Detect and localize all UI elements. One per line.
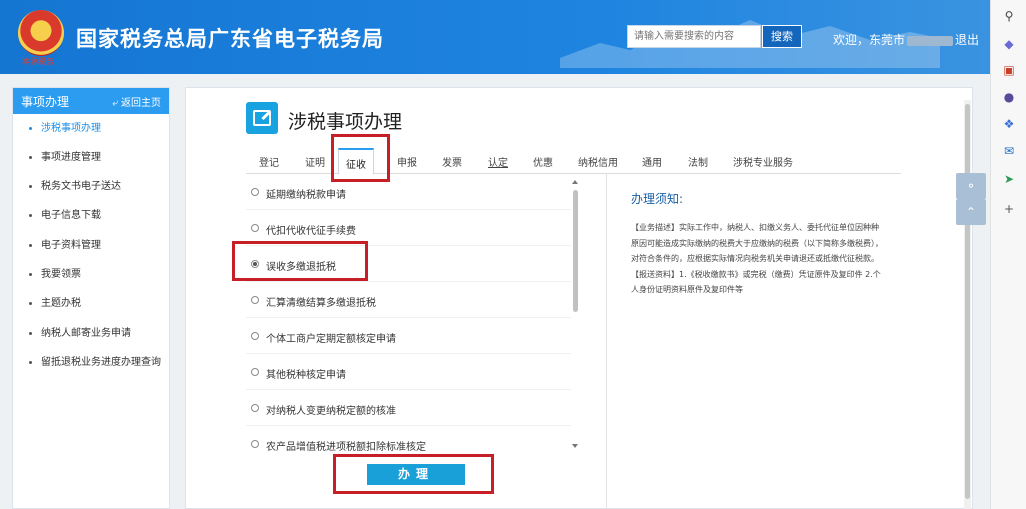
logout-link[interactable]: 退出 [955,33,979,47]
sidebar-item-invoice[interactable]: 我要领票 [13,268,81,281]
radio-button[interactable] [251,188,259,196]
notice-panel: 办理须知: 【业务描述】实际工作中，纳税人、扣缴义务人、委托代征单位因种种原因可… [606,174,901,509]
notice-title: 办理须知: [631,192,684,206]
sidebar-item-refund-progress[interactable]: 留抵退税业务进度办理查询 [13,356,163,369]
tab-register[interactable]: 登记 [259,154,279,169]
main-scroll-thumb[interactable] [965,104,970,499]
copilot-icon[interactable]: ❖ [1001,116,1017,132]
search-button[interactable]: 搜索 [762,25,802,48]
emblem-text: 本源税务 [22,57,54,66]
tab-preferential[interactable]: 优惠 [533,154,553,169]
item-label: 其他税种核定申请 [266,370,346,381]
list-item[interactable]: 对纳税人变更纳税定额的核准 [246,390,571,426]
scroll-thumb[interactable] [573,190,578,312]
wechat-float-button[interactable]: ⚬ [956,173,986,199]
item-label: 农产品增值税进项税额扣除标准核定 [266,442,426,452]
sidebar-item-documents[interactable]: 税务文书电子送达 [13,180,121,193]
scroll-up-icon[interactable] [572,180,578,184]
sidebar-item-progress[interactable]: 事项进度管理 [13,151,101,164]
tab-certificate[interactable]: 证明 [305,154,325,169]
item-label: 延期缴纳税款申请 [266,190,346,201]
back-home-link[interactable]: ⤶ 返回主页 [112,94,161,109]
matter-list: 延期缴纳税款申请 代扣代收代征手续费 误收多缴退抵税 汇算清缴结算多缴退抵税 个… [246,174,586,452]
sidebar-item-mail[interactable]: 纳税人邮寄业务申请 [13,327,131,340]
wechat-icon: ⚬ [965,179,977,193]
sidebar-item-label: 纳税人邮寄业务申请 [41,328,131,339]
sidebar-item-download[interactable]: 电子信息下载 [13,209,101,222]
search-input[interactable] [627,25,761,48]
list-item[interactable]: 误收多缴退抵税 [246,246,571,282]
sidebar-item-label: 电子资料管理 [41,240,101,251]
tab-collection[interactable]: 征收 [338,148,374,175]
list-item[interactable]: 延期缴纳税款申请 [246,174,571,210]
back-to-top-button[interactable]: ⌃ [956,199,986,225]
tab-declaration[interactable]: 申报 [397,154,417,169]
list-scrollbar[interactable] [572,180,580,452]
tab-recognition[interactable]: 认定 [488,154,508,169]
welcome-text: 欢迎，东莞市 退出 [833,31,979,48]
sidebar-item-tax-matters[interactable]: 涉税事项办理 [13,122,101,135]
outlook-icon[interactable]: ✉ [1001,143,1017,159]
tax-emblem-logo [18,10,64,56]
item-label: 汇算清缴结算多缴退抵税 [266,298,376,309]
sidebar-item-label: 留抵退税业务进度办理查询 [41,357,161,368]
toolbox-icon[interactable]: ▣ [1001,62,1017,78]
tab-professional-service[interactable]: 涉税专业服务 [733,154,793,169]
sidebar-item-data[interactable]: 电子资料管理 [13,239,101,252]
tab-bar: 登记 证明 征收 申报 发票 认定 优惠 纳税信用 通用 法制 涉税专业服务 [246,148,901,175]
item-label: 对纳税人变更纳税定额的核准 [266,406,396,417]
edit-icon [246,102,278,134]
sidebar-item-label: 电子信息下载 [41,210,101,221]
person-icon[interactable]: ● [1001,89,1017,105]
radio-button[interactable] [251,332,259,340]
list-item[interactable]: 代扣代收代征手续费 [246,210,571,246]
radio-button[interactable] [251,440,259,448]
welcome-prefix: 欢迎，东莞市 [833,33,906,47]
browser-sidebar: ⚲ ◆ ▣ ● ❖ ✉ ➤ + [990,0,1026,509]
list-item[interactable]: 个体工商户定期定额核定申请 [246,318,571,354]
sidebar-item-label: 主题办税 [41,298,81,309]
item-label: 误收多缴退抵税 [266,262,336,273]
search-icon[interactable]: ⚲ [1001,8,1017,24]
left-sidebar: 事项办理 ⤶ 返回主页 涉税事项办理 事项进度管理 税务文书电子送达 电子信息下… [12,87,170,509]
list-item[interactable]: 汇算清缴结算多缴退抵税 [246,282,571,318]
main-panel: 涉税事项办理 登记 证明 征收 申报 发票 认定 优惠 纳税信用 通用 法制 涉… [185,87,973,509]
list-item[interactable]: 农产品增值税进项税额扣除标准核定 [246,426,571,452]
scroll-down-icon[interactable] [572,444,578,448]
item-label: 代扣代收代征手续费 [266,226,356,237]
page-title: 涉税事项办理 [288,111,403,133]
notice-text: 【业务描述】实际工作中，纳税人、扣缴义务人、委托代征单位因种种原因可能造成实际缴… [631,223,883,294]
sidebar-item-label: 涉税事项办理 [41,123,101,134]
tag-icon[interactable]: ◆ [1001,36,1017,52]
sidebar-item-label: 税务文书电子送达 [41,181,121,192]
add-icon[interactable]: + [1001,201,1017,217]
sidebar-title: 事项办理 [21,94,70,109]
item-label: 个体工商户定期定额核定申请 [266,334,396,345]
sidebar-header: 事项办理 ⤶ 返回主页 [13,88,169,114]
list-item[interactable]: 其他税种核定申请 [246,354,571,390]
site-header: 本源税务 国家税务总局广东省电子税务局 搜索 欢迎，东莞市 退出 [0,0,990,74]
main-scrollbar[interactable] [964,100,971,509]
radio-button[interactable] [251,404,259,412]
radio-button-selected[interactable] [251,260,259,268]
sidebar-item-topic[interactable]: 主题办税 [13,297,81,310]
send-icon[interactable]: ➤ [1001,171,1017,187]
redacted-name [907,35,954,46]
radio-button[interactable] [251,296,259,304]
sidebar-item-label: 事项进度管理 [41,152,101,163]
tab-credit[interactable]: 纳税信用 [578,154,618,169]
tab-legal[interactable]: 法制 [688,154,708,169]
handle-button[interactable]: 办理 [367,464,465,485]
site-title: 国家税务总局广东省电子税务局 [76,27,384,51]
tab-general[interactable]: 通用 [642,154,662,169]
sidebar-item-label: 我要领票 [41,269,81,280]
back-arrow-icon: ⤶ [112,97,121,109]
chevron-up-icon: ⌃ [965,205,977,219]
radio-button[interactable] [251,368,259,376]
radio-button[interactable] [251,224,259,232]
back-home-label: 返回主页 [121,97,161,109]
tab-invoice[interactable]: 发票 [442,154,462,169]
